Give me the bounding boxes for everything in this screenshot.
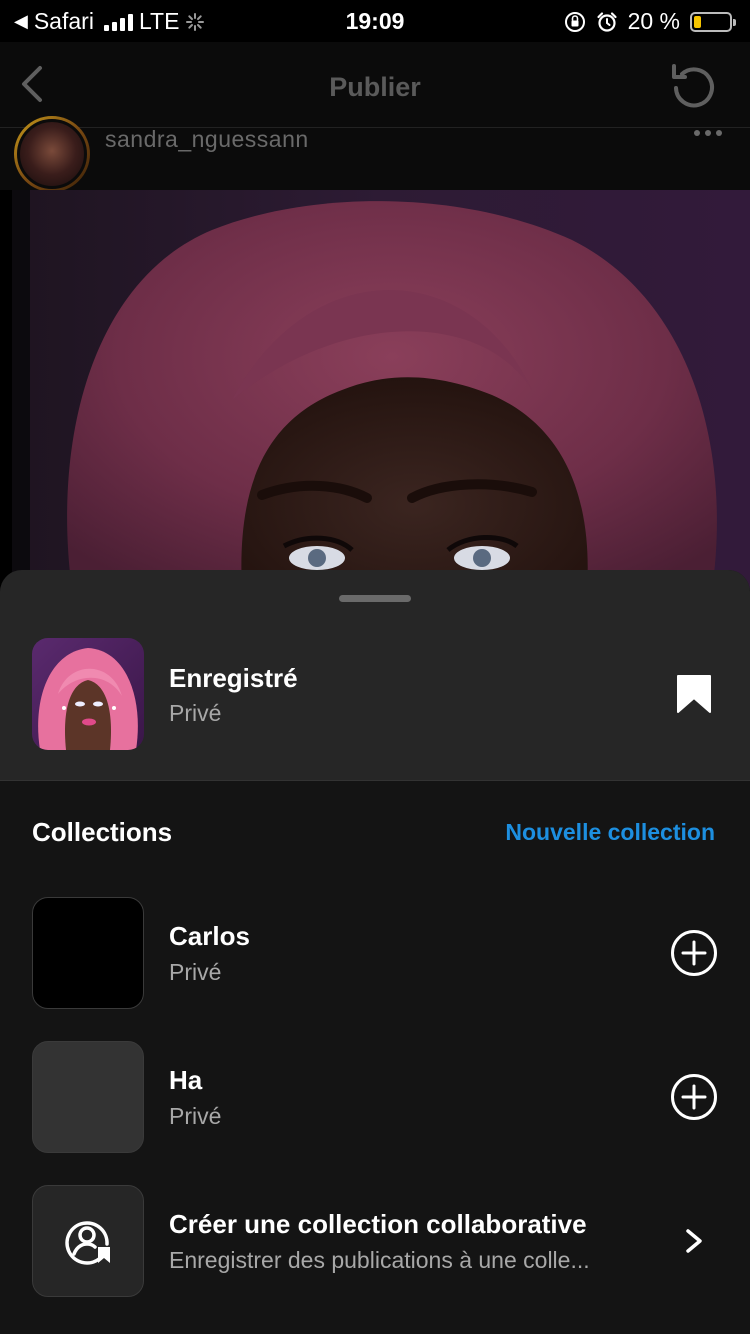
saved-title: Enregistré xyxy=(169,663,298,693)
chevron-right-icon[interactable] xyxy=(682,1217,706,1265)
orientation-lock-icon xyxy=(564,11,585,32)
collection-thumbnail xyxy=(32,1041,144,1153)
saved-privacy: Privé xyxy=(169,700,222,726)
collections-heading: Collections xyxy=(32,817,173,847)
post-username[interactable]: sandra_nguessann xyxy=(105,126,309,153)
reload-icon[interactable] xyxy=(668,60,720,112)
collection-privacy: Privé xyxy=(169,1103,222,1129)
more-dots-icon[interactable] xyxy=(694,130,722,136)
collab-thumbnail xyxy=(32,1185,144,1297)
sheet-grabber[interactable] xyxy=(339,595,411,602)
plus-circle-icon[interactable] xyxy=(670,929,718,977)
save-bottom-sheet: Enregistré Privé Collections Nouvelle co… xyxy=(0,570,750,1334)
battery-fill xyxy=(694,15,701,28)
collection-privacy: Privé xyxy=(169,959,222,985)
bookmark-filled-icon[interactable] xyxy=(676,674,712,714)
collection-item-ha[interactable]: Ha Privé xyxy=(0,1041,750,1153)
plus-circle-icon[interactable] xyxy=(670,1073,718,1121)
status-right: 20 % xyxy=(564,8,736,35)
status-bar: ◀ Safari LTE 19:09 20 % xyxy=(0,0,750,42)
post-header: sandra_nguessann xyxy=(0,116,750,192)
page-title: Publier xyxy=(329,72,421,102)
collection-thumbnail xyxy=(32,897,144,1009)
battery-icon xyxy=(690,11,736,32)
new-collection-link[interactable]: Nouvelle collection xyxy=(505,819,715,846)
collection-title: Ha xyxy=(169,1065,203,1095)
top-header: Publier xyxy=(0,42,750,128)
saved-section[interactable]: Enregistré Privé xyxy=(0,570,750,781)
collection-item-carlos[interactable]: Carlos Privé xyxy=(0,897,750,1009)
saved-thumbnail xyxy=(32,638,144,750)
collection-title: Carlos xyxy=(169,921,250,951)
avatar[interactable] xyxy=(14,116,90,192)
collab-subtitle: Enregistrer des publications à une colle… xyxy=(169,1247,590,1273)
create-collaborative-collection[interactable]: Créer une collection collaborative Enreg… xyxy=(0,1185,750,1297)
alarm-icon xyxy=(596,11,617,32)
collab-user-bookmark-icon xyxy=(65,1221,110,1265)
collab-title: Créer une collection collaborative xyxy=(169,1209,587,1239)
battery-percent: 20 % xyxy=(627,8,680,34)
post-photo xyxy=(12,190,750,590)
